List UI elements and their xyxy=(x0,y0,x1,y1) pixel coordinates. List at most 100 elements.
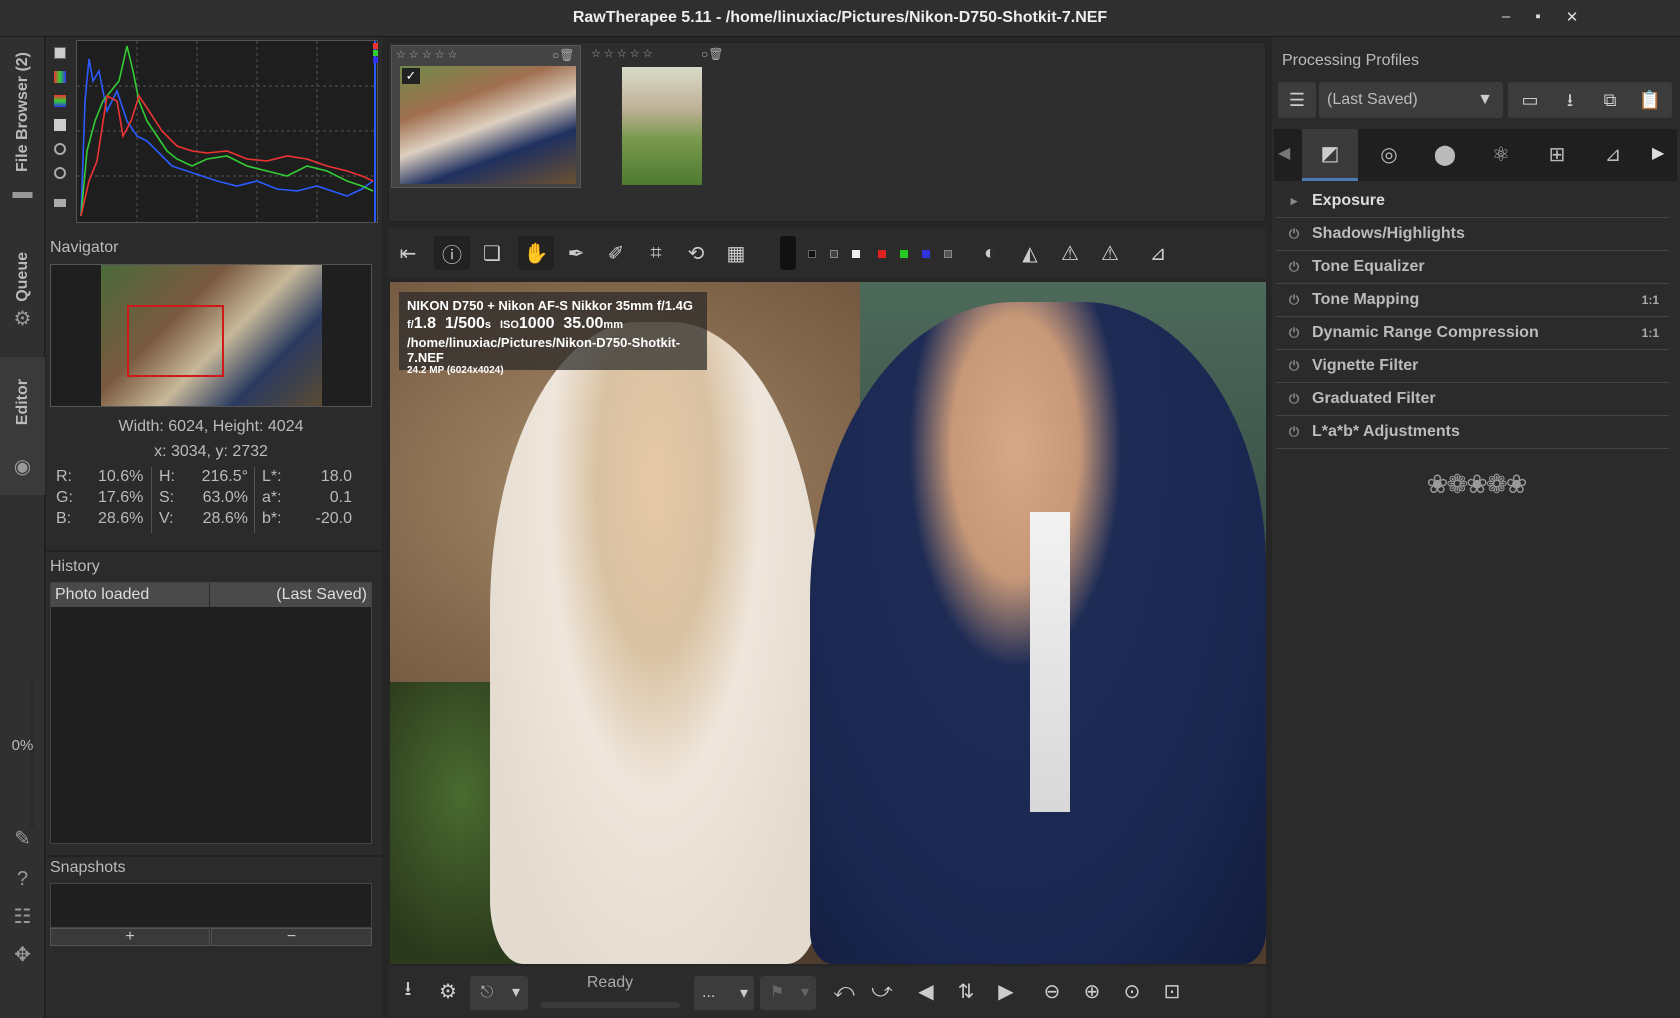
white-balance-picker-icon[interactable]: ✒ xyxy=(558,236,594,270)
crop-icon[interactable]: ⌗ xyxy=(638,236,674,270)
history-row[interactable]: Photo loaded (Last Saved) xyxy=(51,583,371,607)
power-icon[interactable]: ⏻ xyxy=(1276,424,1312,440)
preview-background-white[interactable] xyxy=(852,250,860,258)
profile-selector[interactable]: ... ▾ xyxy=(694,976,754,1010)
luminance-icon[interactable] xyxy=(54,167,66,179)
add-snapshot-button[interactable]: + xyxy=(50,928,210,946)
rotate-left-icon[interactable]: ⤺ xyxy=(826,974,862,1008)
power-icon[interactable]: ⏻ xyxy=(1276,358,1312,374)
chevron-down-icon[interactable]: ▼ xyxy=(1477,91,1493,109)
channels-icon[interactable] xyxy=(54,95,66,107)
shadow-clipping-warning-icon[interactable]: ⚠ xyxy=(1052,236,1088,270)
external-editor-button[interactable]: ⎋ ▾ xyxy=(470,976,528,1010)
tab-file-browser[interactable]: File Browser (2) xyxy=(0,47,45,177)
preferences-icon[interactable]: ☷ xyxy=(10,905,35,930)
false-color-icon[interactable]: ◭ xyxy=(1012,236,1048,270)
minimize-button[interactable]: – xyxy=(1495,8,1517,28)
power-icon[interactable]: ⏻ xyxy=(1276,292,1312,308)
paste-profile-icon[interactable]: 📋 xyxy=(1632,82,1668,118)
thumbnail[interactable]: ☆ ☆ ☆ ☆ ☆ ○🗑 xyxy=(589,45,729,188)
tab-editor[interactable]: Editor xyxy=(0,357,45,447)
tool-exposure[interactable]: ▸ Exposure xyxy=(1276,185,1669,218)
tool-graduated-filter[interactable]: ⏻ Graduated Filter xyxy=(1276,383,1669,416)
power-icon[interactable]: ⏻ xyxy=(1276,226,1312,242)
tab-color-icon[interactable]: ⬤ xyxy=(1420,129,1470,181)
save-icon[interactable]: ⭳ xyxy=(390,974,426,1008)
tool-dynamic-range-compression[interactable]: ⏻ Dynamic Range Compression 1:1 xyxy=(1276,317,1669,350)
tool-tone-equalizer[interactable]: ⏻ Tone Equalizer xyxy=(1276,251,1669,284)
rgb-icon[interactable] xyxy=(54,71,66,83)
trash-icon[interactable]: ○🗑 xyxy=(552,48,574,62)
close-button[interactable]: ✕ xyxy=(1561,8,1583,28)
remove-snapshot-button[interactable]: − xyxy=(211,928,372,946)
next-image-icon[interactable]: ▶ xyxy=(988,974,1024,1008)
trash-icon[interactable]: ○🗑 xyxy=(701,47,723,61)
tab-advanced-icon[interactable]: ⚛ xyxy=(1476,129,1526,181)
tab-raw-icon[interactable]: ⊿ xyxy=(1588,129,1638,181)
tab-transform-icon[interactable]: ⊞ xyxy=(1532,129,1582,181)
info-icon[interactable]: ⓘ xyxy=(434,236,470,270)
straighten-icon[interactable]: ⟲ xyxy=(678,236,714,270)
bar-icon[interactable] xyxy=(54,199,66,207)
color-label-button[interactable]: ⚑ ▾ xyxy=(760,976,816,1010)
gears-icon[interactable]: ⚙ xyxy=(10,307,35,332)
thumbnail-selected[interactable]: ☆ ☆ ☆ ☆ ☆ ○🗑 ✓ xyxy=(391,45,581,188)
hand-tool-icon[interactable]: ✋ xyxy=(518,236,554,270)
tool-lab-adjustments[interactable]: ⏻ L*a*b* Adjustments xyxy=(1276,416,1669,449)
tab-scroll-left-icon[interactable]: ◀ xyxy=(1278,143,1290,163)
history-list[interactable]: Photo loaded (Last Saved) xyxy=(50,582,372,844)
preview-blue-channel[interactable] xyxy=(922,250,930,258)
power-icon[interactable]: ⏻ xyxy=(1276,325,1312,341)
profile-list-icon[interactable]: ☰ xyxy=(1278,82,1316,118)
highlight-clipping-warning-icon[interactable]: ⚠ xyxy=(1092,236,1128,270)
external-editor-icon[interactable]: ⎋ xyxy=(470,976,504,1010)
hide-left-panel-icon[interactable]: ⇤ xyxy=(390,236,426,270)
preview-green-channel[interactable] xyxy=(900,250,908,258)
copy-profile-icon[interactable]: ⧉ xyxy=(1592,82,1628,118)
histogram-mode-icon[interactable] xyxy=(54,47,66,59)
zoom-fit-icon[interactable]: ⊡ xyxy=(1154,974,1190,1008)
expand-icon[interactable]: ▸ xyxy=(1276,193,1312,209)
snapshots-list[interactable] xyxy=(50,883,372,928)
preview-luminance[interactable] xyxy=(944,250,952,258)
tab-details-icon[interactable]: ◎ xyxy=(1364,129,1414,181)
preview-background-gray[interactable] xyxy=(830,250,838,258)
folder-icon[interactable]: ▬ xyxy=(10,180,35,205)
save-profile-icon[interactable]: ⭳ xyxy=(1552,82,1588,118)
chroma-icon[interactable] xyxy=(54,143,66,155)
power-icon[interactable]: ⏻ xyxy=(1276,259,1312,275)
color-picker-icon[interactable]: ✐ xyxy=(598,236,634,270)
chevron-down-icon[interactable]: ▾ xyxy=(794,976,816,1010)
hide-right-panel-icon[interactable]: ⊿ xyxy=(1140,236,1176,270)
send-to-editor-icon[interactable]: ✎ xyxy=(10,827,35,852)
navigator-preview[interactable] xyxy=(50,264,372,407)
navigator-viewport-rect[interactable] xyxy=(127,305,224,377)
rotate-right-icon[interactable]: ⤻ xyxy=(864,974,900,1008)
previous-image-icon[interactable]: ◀ xyxy=(908,974,944,1008)
tab-editor-active[interactable]: Editor ◉ xyxy=(0,357,45,495)
chevron-down-icon[interactable]: ▾ xyxy=(504,976,528,1010)
focus-mask-icon[interactable]: ◐ xyxy=(972,236,1008,270)
preview-background-black[interactable] xyxy=(808,250,816,258)
fullscreen-icon[interactable]: ✥ xyxy=(10,943,35,968)
maximize-button[interactable]: ▪ xyxy=(1527,8,1549,28)
tool-tone-mapping[interactable]: ⏻ Tone Mapping 1:1 xyxy=(1276,284,1669,317)
preview-mode-toggle[interactable] xyxy=(780,236,796,270)
profile-dropdown[interactable]: (Last Saved) ▼ xyxy=(1319,82,1503,118)
queue-icon[interactable]: ⚙ xyxy=(430,974,466,1008)
zoom-100-icon[interactable]: ⊙ xyxy=(1114,974,1150,1008)
open-profile-icon[interactable]: ▭ xyxy=(1512,82,1548,118)
zoom-in-icon[interactable]: ⊕ xyxy=(1074,974,1110,1008)
tool-shadows-highlights[interactable]: ⏻ Shadows/Highlights xyxy=(1276,218,1669,251)
main-image-preview[interactable] xyxy=(390,282,1266,964)
perspective-icon[interactable]: ▦ xyxy=(718,236,754,270)
tab-exposure-icon[interactable]: ◩ xyxy=(1302,129,1358,181)
flag-icon[interactable]: ⚑ xyxy=(760,976,794,1010)
power-icon[interactable]: ⏻ xyxy=(1276,391,1312,407)
thumbnail-rating[interactable]: ☆ ☆ ☆ ☆ ☆ xyxy=(591,47,653,60)
tool-vignette-filter[interactable]: ⏻ Vignette Filter xyxy=(1276,350,1669,383)
thumbnail-rating[interactable]: ☆ ☆ ☆ ☆ ☆ xyxy=(396,48,458,61)
raw-icon[interactable] xyxy=(54,119,66,131)
tab-scroll-right-icon[interactable]: ▶ xyxy=(1652,143,1664,163)
before-after-icon[interactable]: ❏ xyxy=(474,236,510,270)
